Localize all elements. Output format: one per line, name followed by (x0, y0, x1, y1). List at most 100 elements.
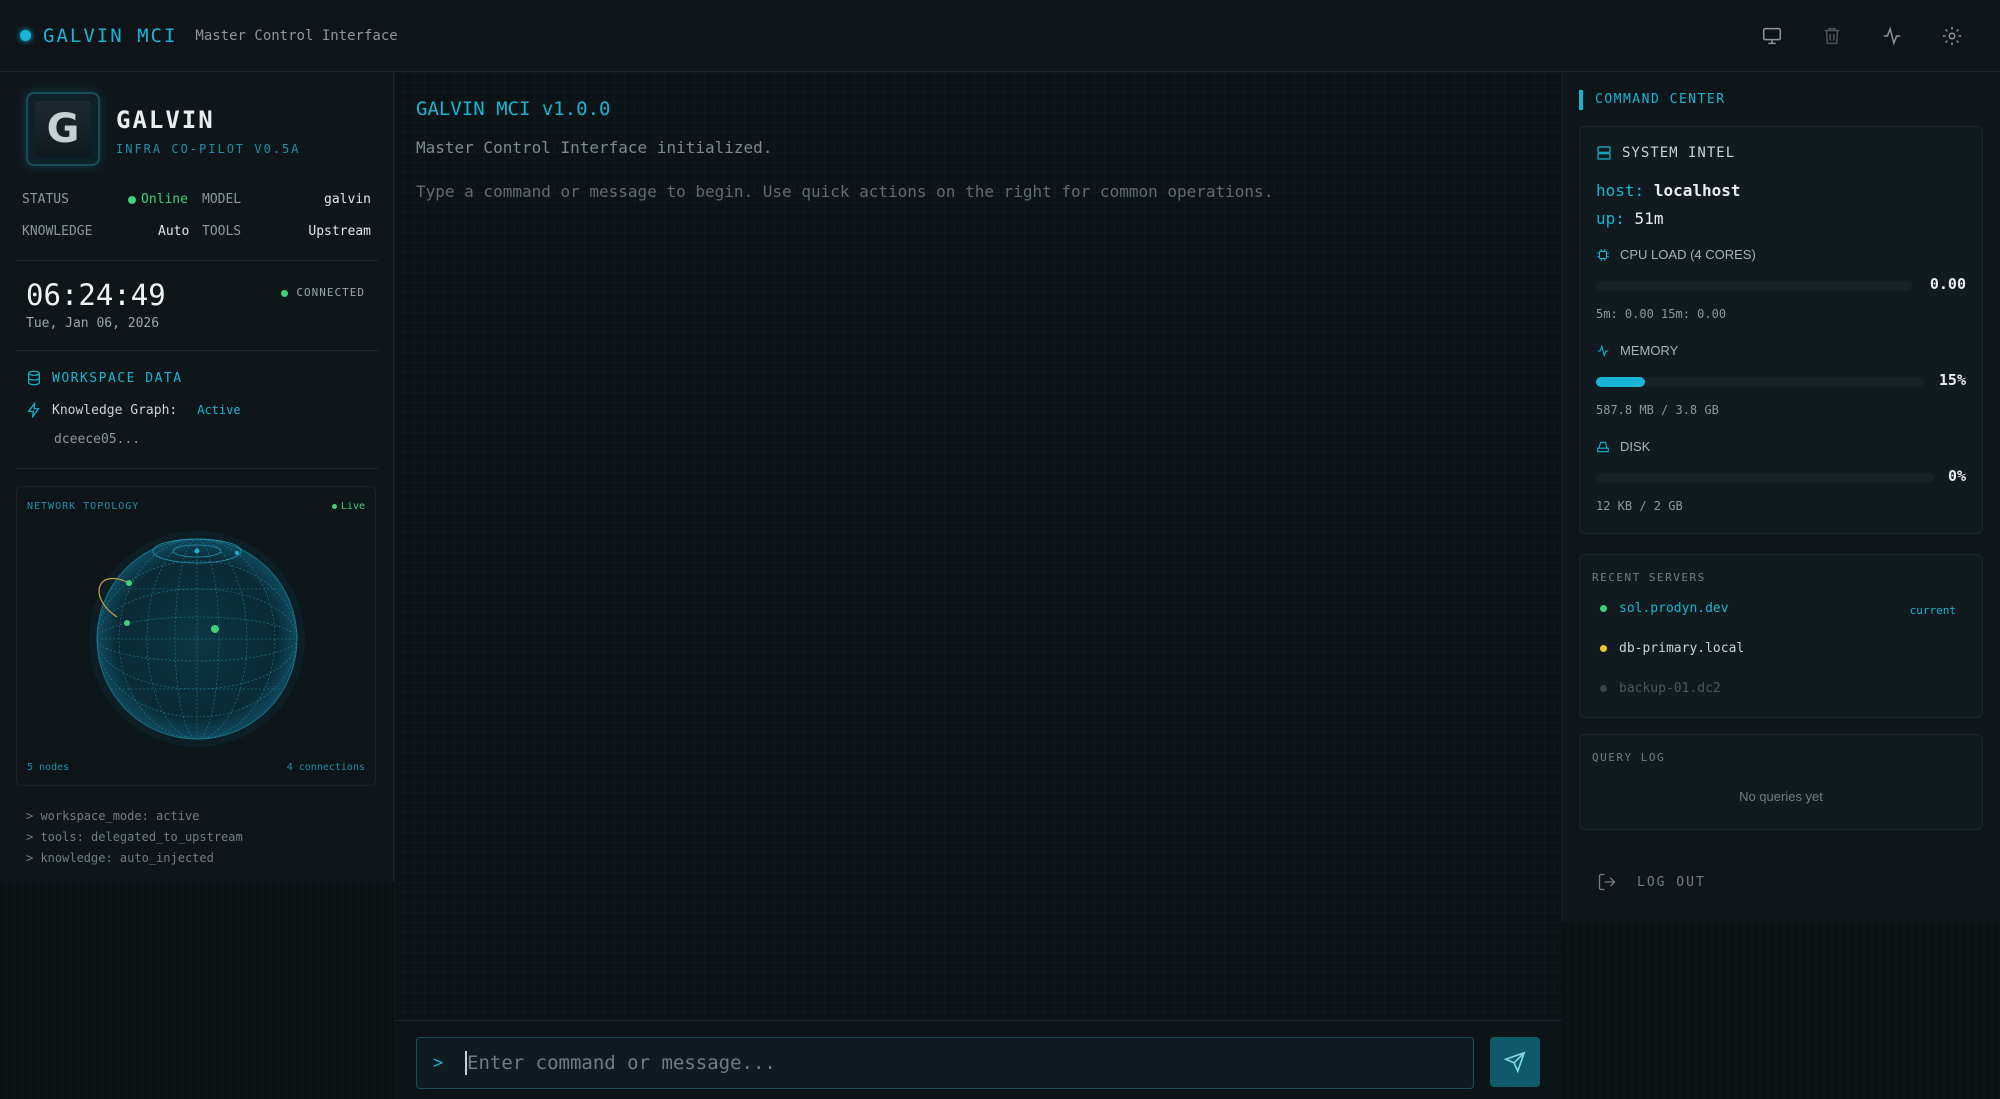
hard-drive-icon (1597, 441, 1609, 452)
log-line: > tools: delegated_to_upstream (26, 830, 243, 844)
prompt-symbol: > (433, 1053, 444, 1073)
server-icon (1597, 146, 1611, 160)
server-name: db-primary.local (1619, 641, 1745, 656)
server-status-dot (1600, 645, 1607, 652)
cpu-detail: 5m: 0.00 15m: 0.00 (1596, 307, 1727, 321)
status-log: > workspace_mode: active > tools: delega… (26, 806, 243, 869)
globe-graphic (89, 531, 305, 747)
command-input[interactable] (465, 1051, 1473, 1075)
server-name: sol.prodyn.dev (1619, 601, 1729, 616)
memory-value: 15% (1938, 371, 1966, 389)
uptime-value: 51m (1634, 209, 1664, 228)
knowledge-graph-row: Knowledge Graph: Active (26, 402, 241, 418)
log-line: > knowledge: auto_injected (26, 851, 214, 865)
send-icon (1504, 1051, 1526, 1073)
command-input-box: > (416, 1037, 1474, 1089)
cpu-bar (1596, 281, 1912, 291)
zap-icon (27, 402, 40, 418)
disk-value: 0% (1947, 467, 1966, 485)
left-sidebar: G GALVIN INFRA CO-PILOT V0.5A STATUS Onl… (0, 72, 394, 882)
host-label: host: (1596, 181, 1645, 200)
logout-label: LOG OUT (1637, 874, 1706, 890)
server-current-tag: current (1909, 604, 1956, 617)
uptime-label: up: (1596, 209, 1625, 228)
agent-name: GALVIN (116, 106, 215, 134)
app-subtitle: Master Control Interface (195, 27, 398, 44)
uptime-line: up: 51m (1596, 209, 1663, 228)
trash-icon[interactable] (1816, 20, 1848, 52)
query-log-title: QUERY LOG (1592, 751, 1666, 764)
server-status-dot (1600, 605, 1607, 612)
host-line: host: localhost (1596, 181, 1741, 200)
cpu-value: 0.00 (1929, 275, 1966, 293)
cpu-icon (1597, 248, 1609, 261)
topology-title: NETWORK TOPOLOGY (27, 501, 140, 512)
query-log-empty: No queries yet (1739, 789, 1823, 804)
chat-hint-message: Type a command or message to begin. Use … (416, 182, 1274, 201)
server-name: backup-01.dc2 (1619, 681, 1721, 696)
memory-bar-fill (1596, 377, 1646, 387)
avatar-letter: G (35, 101, 91, 157)
server-item[interactable]: backup-01.dc2 (1600, 681, 1721, 696)
database-icon (28, 370, 40, 386)
system-intel-title-text: SYSTEM INTEL (1622, 145, 1736, 161)
logout-button[interactable]: LOG OUT (1597, 872, 1706, 892)
right-background (1562, 922, 2000, 1099)
status-value: Online (128, 192, 188, 207)
activity-icon (1597, 344, 1609, 357)
memory-detail: 587.8 MB / 3.8 GB (1596, 403, 1719, 417)
chat-init-message: Master Control Interface initialized. (416, 138, 773, 157)
knowledge-label: KNOWLEDGE (22, 224, 93, 239)
connection-status: CONNECTED (281, 286, 365, 299)
server-item[interactable]: sol.prodyn.dev (1600, 601, 1729, 616)
input-bar: > (394, 1020, 1562, 1099)
model-value: galvin (324, 192, 371, 207)
server-status-dot (1600, 685, 1607, 692)
status-label: STATUS (22, 192, 69, 207)
disk-bar (1596, 473, 1934, 483)
disk-label-text: DISK (1620, 439, 1651, 454)
divider (16, 260, 378, 261)
clock-time: 06:24:49 (26, 278, 166, 312)
network-topology-panel: NETWORK TOPOLOGY Live 5 nodes 4 connecti… (16, 486, 376, 786)
activity-icon[interactable] (1876, 20, 1908, 52)
clock-date: Tue, Jan 06, 2026 (26, 316, 160, 331)
command-center-title: COMMAND CENTER (1579, 90, 1726, 110)
command-center-panel: COMMAND CENTER SYSTEM INTEL host: localh… (1562, 72, 2000, 922)
cpu-label-text: CPU LOAD (4 CORES) (1620, 247, 1756, 262)
server-item[interactable]: db-primary.local (1600, 641, 1744, 656)
memory-label-text: MEMORY (1620, 343, 1679, 358)
memory-label: MEMORY (1596, 343, 1678, 358)
recent-servers-card: RECENT SERVERS sol.prodyn.dev current db… (1579, 554, 1983, 718)
knowledge-value: Auto (158, 224, 190, 239)
app-header: GALVIN MCI Master Control Interface (0, 0, 2000, 72)
logout-icon (1598, 873, 1616, 891)
tools-value: Upstream (308, 224, 371, 239)
log-line: > workspace_mode: active (26, 809, 200, 823)
agent-subtitle: INFRA CO-PILOT V0.5A (116, 142, 301, 156)
knowledge-graph-status: Active (197, 403, 241, 417)
disk-label: DISK (1596, 439, 1650, 454)
divider (16, 350, 378, 351)
host-value: localhost (1653, 181, 1741, 200)
workspace-hash: dceece05... (54, 432, 141, 447)
header-actions (1756, 20, 1968, 52)
disk-detail: 12 KB / 2 GB (1596, 499, 1683, 513)
query-log-card: QUERY LOG No queries yet (1579, 734, 1983, 830)
monitor-icon[interactable] (1756, 20, 1788, 52)
workspace-title-text: WORKSPACE DATA (52, 370, 183, 386)
workspace-title: WORKSPACE DATA (26, 370, 183, 386)
topology-connections: 4 connections (286, 762, 365, 773)
system-intel-card: SYSTEM INTEL host: localhost up: 51m CPU… (1579, 126, 1983, 534)
send-button[interactable] (1490, 1037, 1540, 1087)
settings-icon[interactable] (1936, 20, 1968, 52)
status-dot (20, 30, 31, 41)
tools-label: TOOLS (202, 224, 242, 239)
topology-nodes: 5 nodes (27, 762, 70, 773)
system-intel-title: SYSTEM INTEL (1596, 145, 1735, 161)
cpu-label: CPU LOAD (4 CORES) (1596, 247, 1756, 262)
model-label: MODEL (202, 192, 242, 207)
topology-live-badge: Live (332, 501, 365, 512)
chat-area: GALVIN MCI v1.0.0 Master Control Interfa… (394, 72, 1562, 1020)
left-background (0, 882, 394, 1099)
